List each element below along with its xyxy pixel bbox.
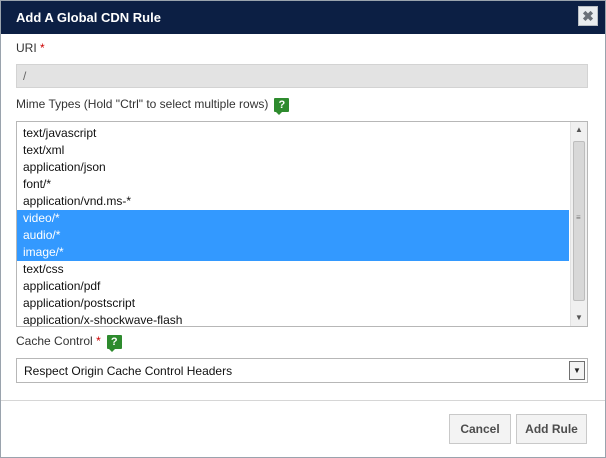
mime-type-option[interactable]: image/* [17,244,569,261]
cache-control-label-text: Cache Control [16,334,93,348]
cancel-button[interactable]: Cancel [449,414,511,444]
cache-control-required-mark: * [96,334,101,348]
mime-type-option[interactable]: audio/* [17,227,569,244]
mime-types-listbox[interactable]: text/javascript text/xml application/json f… [16,121,588,327]
listbox-scrollbar[interactable]: ▲ ≡ ▼ [570,122,587,326]
cache-control-help-icon[interactable]: ? [106,334,122,352]
chevron-down-icon[interactable]: ▼ [569,361,585,380]
cache-control-select[interactable]: Respect Origin Cache Control Headers ▼ [16,358,588,383]
footer-divider [1,400,605,401]
uri-label: URI * [16,41,45,55]
mime-type-option[interactable]: font/* [17,176,569,193]
mime-type-option[interactable]: video/* [17,210,569,227]
add-rule-button[interactable]: Add Rule [516,414,587,444]
mime-type-option[interactable]: text/css [17,261,569,278]
mime-types-help-icon[interactable]: ? [274,97,290,115]
mime-type-option[interactable]: application/vnd.ms-* [17,193,569,210]
dialog-title: Add A Global CDN Rule [16,10,161,25]
close-icon[interactable]: ✖ [578,6,598,26]
mime-types-label-text: Mime Types (Hold "Ctrl" to select multip… [16,97,269,111]
scroll-down-icon[interactable]: ▼ [571,310,587,326]
mime-types-list: text/javascript text/xml application/json f… [17,125,569,326]
scroll-up-icon[interactable]: ▲ [571,122,587,138]
mime-type-option[interactable]: application/json [17,159,569,176]
mime-type-option[interactable]: application/x-shockwave-flash [17,312,569,326]
add-cdn-rule-dialog: Add A Global CDN Rule ✖ URI * Mime Types… [0,0,606,458]
cache-control-selected-value: Respect Origin Cache Control Headers [24,364,233,378]
uri-required-mark: * [40,41,45,55]
mime-type-option[interactable]: application/postscript [17,295,569,312]
mime-type-option[interactable]: application/pdf [17,278,569,295]
mime-types-label: Mime Types (Hold "Ctrl" to select multip… [16,97,290,115]
mime-type-option[interactable]: text/javascript [17,125,569,142]
dialog-titlebar: Add A Global CDN Rule ✖ [1,1,605,34]
cache-control-label: Cache Control *? [16,334,122,352]
mime-type-option[interactable]: text/xml [17,142,569,159]
uri-input[interactable] [16,64,588,88]
scrollbar-thumb[interactable]: ≡ [573,141,585,301]
scrollbar-grip-icon: ≡ [576,213,581,222]
uri-label-text: URI [16,41,37,55]
